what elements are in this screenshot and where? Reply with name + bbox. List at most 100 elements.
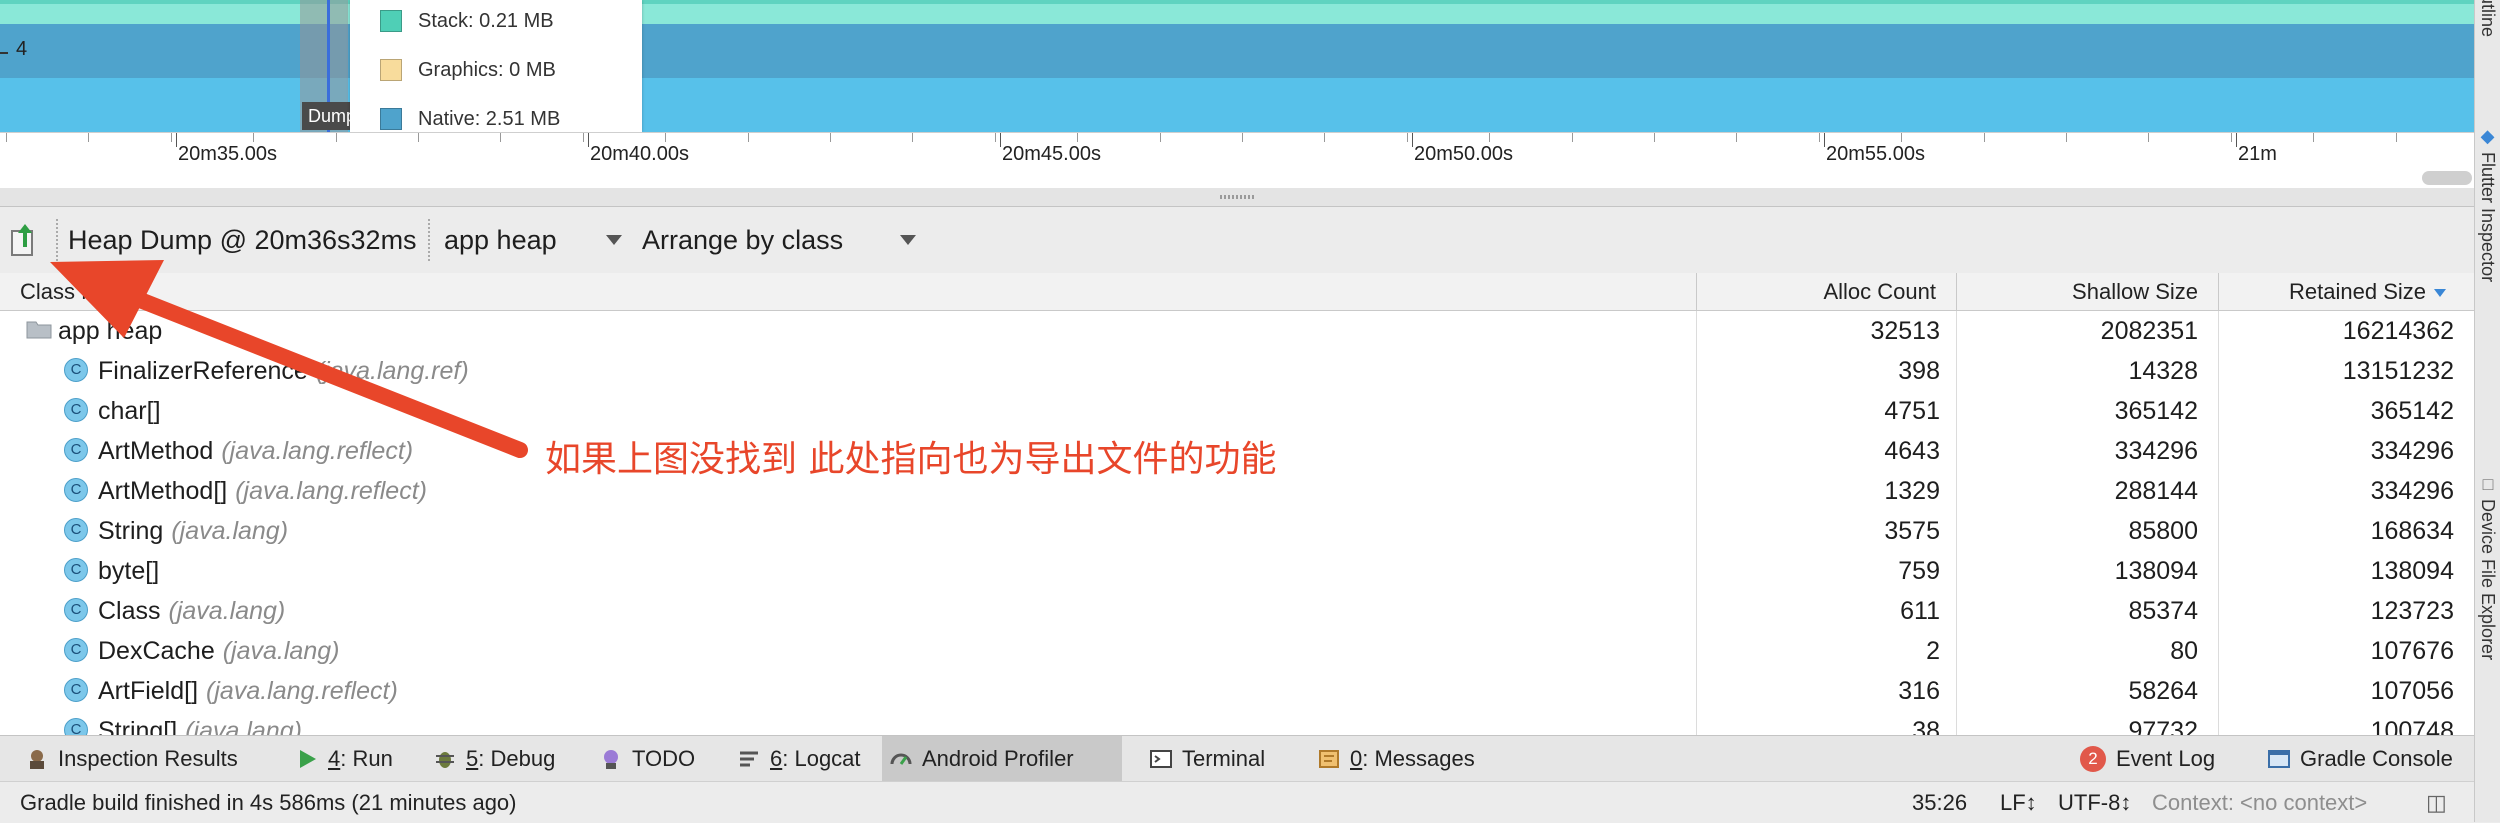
axis-tick: [171, 133, 172, 142]
context-indicator: Context: <no context>: [2152, 790, 2368, 815]
tool-tab[interactable]: Android Profiler: [882, 736, 1122, 781]
table-row[interactable]: Cbyte[] 759 138094 138094: [0, 551, 2474, 591]
cell-shallow-size: 58264: [2128, 677, 2198, 705]
tool-tab[interactable]: TODO: [592, 736, 706, 781]
tool-tab-label: : Run: [340, 746, 393, 771]
line-separator-select[interactable]: LF↕: [2000, 782, 2037, 823]
column-header-alloc-count[interactable]: Alloc Count: [1696, 273, 1956, 310]
tab-flutter-inspector[interactable]: ◆ Flutter Inspector: [2475, 126, 2500, 282]
tab-outline[interactable]: Outline: [2475, 0, 2500, 37]
inspection-icon: [26, 748, 58, 770]
class-icon: C: [64, 598, 88, 623]
y-axis-tick-label: 4: [16, 38, 28, 60]
tab-device-file-explorer-label: Device File Explorer: [2478, 499, 2498, 661]
lock-icon[interactable]: ◫: [2426, 782, 2447, 823]
class-icon: C: [64, 438, 88, 463]
timeline-scrollbar-thumb[interactable]: [2422, 171, 2472, 185]
profiler-icon: [890, 748, 922, 770]
device-explorer-icon: □: [2478, 474, 2498, 494]
tool-tab[interactable]: 6: Logcat: [730, 736, 861, 781]
event-log-tab[interactable]: 2 Event Log: [2080, 736, 2215, 781]
cell-alloc-count: 611: [1900, 597, 1940, 625]
cell-retained-size: 365142: [2370, 397, 2454, 425]
axis-tick: [253, 133, 254, 142]
gradle-console-icon: [2268, 748, 2300, 770]
cell-alloc-count: 3575: [1884, 517, 1940, 545]
table-row[interactable]: Cchar[] 4751 365142 365142: [0, 391, 2474, 431]
axis-tick: [1077, 133, 1078, 142]
class-icon: C: [64, 558, 88, 583]
arrange-select[interactable]: Arrange by class: [642, 219, 932, 261]
encoding-select[interactable]: UTF-8↕: [2058, 782, 2131, 823]
tool-tab-key: 0: [1350, 746, 1363, 771]
axis-tick: [583, 133, 584, 142]
cell-retained-size: 168634: [2370, 517, 2454, 545]
class-package: (java.lang): [168, 597, 286, 625]
class-icon: C: [64, 518, 88, 543]
cell-shallow-size: 288144: [2114, 477, 2198, 505]
axis-tick: [748, 133, 749, 142]
memory-timeline[interactable]: 4 Dump Stack: 0.21 MB Graphics: 0 MB Nat…: [0, 0, 2474, 189]
tool-tab[interactable]: 4: Run: [288, 736, 398, 781]
axis-tick: [2231, 133, 2232, 142]
tool-tab-label: TODO: [632, 746, 696, 771]
axis-tick: [1984, 133, 1985, 142]
splitter-grip[interactable]: [1220, 195, 1254, 199]
class-icon: C: [64, 718, 88, 735]
tool-tab[interactable]: Terminal: [1142, 736, 1284, 781]
axis-label: 20m35.00s: [178, 143, 277, 165]
table-row[interactable]: C ArtField[] (java.lang.reflect) 316 58264 10…: [0, 671, 2474, 711]
caret-position[interactable]: 35:26: [1912, 782, 1967, 823]
folder-icon: [26, 321, 52, 339]
chevron-down-icon[interactable]: [606, 235, 622, 245]
axis-tick: [1489, 133, 1490, 142]
table-row[interactable]: C String (java.lang) 3575 85800 168634: [0, 511, 2474, 551]
axis-tick: [1819, 133, 1820, 142]
export-heap-dump-icon: [11, 224, 33, 256]
table-row[interactable]: C Class (java.lang) 611 85374 123723: [0, 591, 2474, 631]
class-name: Class: [98, 597, 161, 625]
table-row-root[interactable]: app heap 32513 2082351 16214362: [0, 311, 2474, 351]
axis-tick: [88, 133, 89, 142]
status-bar: Gradle build finished in 4s 586ms (21 mi…: [0, 781, 2474, 823]
row-class-name: C String (java.lang): [64, 511, 288, 551]
cell-retained-size: 123723: [2370, 597, 2454, 625]
row-class-name: C FinalizerReference (java.lang.ref): [64, 351, 469, 391]
axis-tick: [1160, 133, 1161, 142]
heap-dump-chip[interactable]: Dump: [302, 102, 352, 130]
gradle-console-tab[interactable]: Gradle Console: [2268, 736, 2453, 781]
table-row[interactable]: C FinalizerReference (java.lang.ref) 398 143…: [0, 351, 2474, 391]
logcat-icon: [738, 748, 770, 770]
tool-tab[interactable]: 5: Debug: [426, 736, 564, 781]
tool-tab-label: : Debug: [478, 746, 556, 771]
cell-alloc-count: 4643: [1884, 437, 1940, 465]
heap-dump-toolbar: Heap Dump @ 20m36s32ms app heap Arrange …: [0, 207, 2474, 274]
messages-icon: [1318, 748, 1350, 770]
cell-shallow-size: 14328: [2128, 357, 2198, 385]
row-class-name: app heap: [26, 311, 162, 351]
flutter-icon: ◆: [2478, 126, 2498, 147]
panel-splitter[interactable]: [0, 188, 2474, 207]
class-icon: C: [64, 358, 88, 383]
axis-tick-major: [1824, 133, 1825, 147]
axis-label: 20m45.00s: [1002, 143, 1101, 165]
tool-tab[interactable]: Inspection Results: [18, 736, 258, 781]
column-header-class-name[interactable]: Class Name: [0, 273, 1696, 310]
table-row[interactable]: C DexCache (java.lang) 2 80 107676: [0, 631, 2474, 671]
class-icon: C: [64, 478, 88, 503]
axis-tick: [1324, 133, 1325, 142]
tool-tab[interactable]: 0: Messages: [1310, 736, 1490, 781]
axis-tick-major: [2236, 133, 2237, 147]
column-header-shallow-size[interactable]: Shallow Size: [1956, 273, 2218, 310]
terminal-icon: [1150, 748, 1182, 770]
table-row[interactable]: C String[] (java.lang) 38 97732 100748: [0, 711, 2474, 735]
axis-tick: [1901, 133, 1902, 142]
tab-device-file-explorer[interactable]: □ Device File Explorer: [2475, 474, 2500, 660]
cell-shallow-size: 138094: [2114, 557, 2198, 585]
export-heap-dump-button[interactable]: [10, 221, 38, 257]
tool-tab-label: Android Profiler: [922, 746, 1074, 771]
chevron-down-icon[interactable]: [900, 235, 916, 245]
column-header-retained-size[interactable]: Retained Size: [2218, 273, 2474, 310]
axis-tick: [995, 133, 996, 142]
row-class-name: Cchar[]: [64, 391, 169, 431]
